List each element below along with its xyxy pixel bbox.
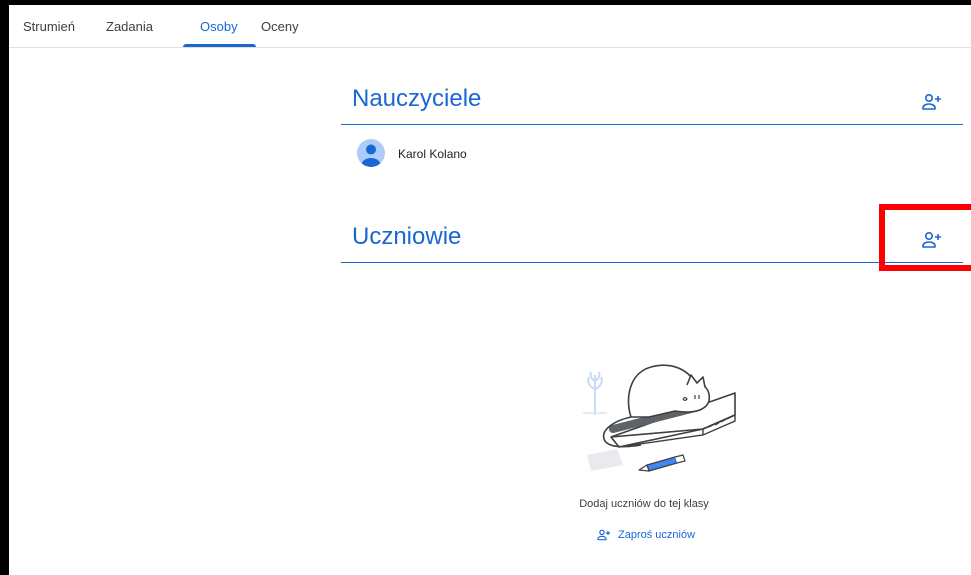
teachers-heading: Nauczyciele xyxy=(352,85,482,112)
tab-classwork[interactable]: Zadania xyxy=(106,19,153,34)
students-heading: Uczniowie xyxy=(352,223,462,250)
invite-students-label: Zaproś uczniów xyxy=(618,529,696,541)
students-divider xyxy=(341,262,963,263)
tab-grades[interactable]: Oceny xyxy=(261,19,299,34)
teacher-name[interactable]: Karol Kolano xyxy=(398,147,467,161)
cat-on-book-illustration xyxy=(583,364,736,472)
tab-people[interactable]: Osoby xyxy=(200,19,238,34)
person-add-icon xyxy=(597,529,610,541)
classroom-page: Strumień Zadania Osoby Oceny Nauczyciele… xyxy=(9,5,971,575)
person-add-icon xyxy=(922,94,941,110)
default-avatar-icon xyxy=(361,144,381,167)
highlight-box xyxy=(879,204,971,271)
teachers-divider xyxy=(341,124,963,125)
add-teacher-button[interactable] xyxy=(920,90,944,114)
invite-students-link[interactable]: Zaproś uczniów xyxy=(596,527,695,543)
tab-bar: Strumień Zadania Osoby Oceny xyxy=(9,5,971,48)
tab-stream[interactable]: Strumień xyxy=(23,19,75,34)
avatar xyxy=(357,139,385,167)
active-tab-indicator xyxy=(183,44,256,47)
empty-state-message: Dodaj uczniów do tej klasy xyxy=(579,498,709,510)
